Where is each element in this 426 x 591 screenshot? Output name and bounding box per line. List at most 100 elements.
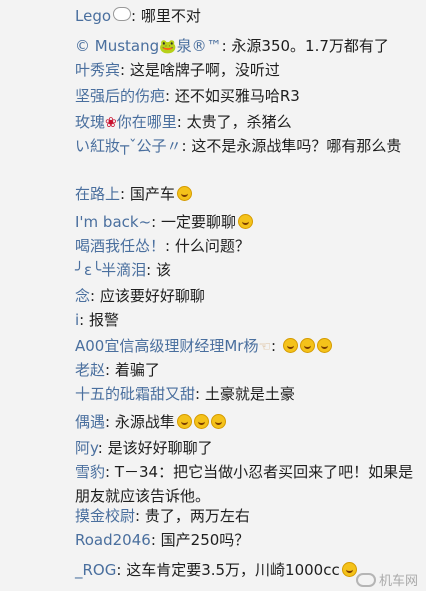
comment-text: 还不如买雅马哈R3 [174,87,300,105]
comment-text: 土豪就是土豪 [204,385,295,403]
comment-item: 偶遇: 永源战隼 [75,410,420,434]
comment-text: 报警 [89,311,120,329]
comment-separator: : [146,261,156,279]
smile-emoji-icon [176,186,192,201]
laugh-cry-emoji-icon [210,414,226,429]
comment-author-suffix[interactable]: 你在哪里 [117,113,177,131]
comment-author[interactable]: Lego [75,7,111,25]
comment-item: ╯ε╰半滴泪: 该 [75,258,420,282]
comment-author[interactable]: 老赵 [75,361,105,379]
comment-author[interactable]: 坚强后的伤疤 [75,87,165,105]
comment-separator: : [97,439,108,457]
comment-author[interactable]: 阿y [75,439,98,457]
comment-list: Lego: 哪里不对 © Mustang🐸泉®™: 永源350。1.7万都有了 … [0,0,426,591]
comment-text: T－34：把它当做小忍者买回来了吧！如果是朋友就应该告诉他。 [75,463,414,505]
pointing-hand-icon: ☜ [258,339,272,355]
comment-item: 坚强后的伤疤: 还不如买雅马哈R3 [75,84,420,108]
comment-item: 十五的砒霜甜又甜: 土豪就是土豪 [75,382,420,406]
comment-author[interactable]: 在路上 [75,185,120,203]
comment-author[interactable]: _ROG [75,561,116,579]
comment-separator: : [131,7,141,25]
comment-text: 哪里不对 [140,7,201,25]
comment-item: I'm back~: 一定要聊聊 [75,210,420,234]
comment-text: 这车肯定要3.5万，川崎1000cc [126,561,340,579]
watermark-text: 机车网 [378,574,418,589]
comment-author-suffix[interactable]: 泉®™ [177,37,222,55]
laugh-cry-emoji-icon [193,414,209,429]
laugh-cry-emoji-icon [299,338,315,353]
comment-text: 永源战隼 [114,413,175,431]
comment-separator: : [221,37,232,55]
comment-author[interactable]: 喝酒我任怂！ [75,237,165,255]
comment-text: 这不是永源战隼吗？哪有那么贵 [191,137,402,155]
comment-separator: : [195,385,205,403]
comment-text: 永源350。1.7万都有了 [231,37,389,55]
comment-separator: : [105,463,115,481]
comment-text: 贵了，两万左右 [144,507,250,525]
comment-item: 念: 应该要好好聊聊 [75,284,420,308]
watermark: 机车网 [355,570,418,589]
comment-separator: : [79,311,89,329]
comment-text: 国产250吗？ [160,531,250,549]
comment-separator: : [105,413,115,431]
comment-author[interactable]: A00宜信高级理财经理Mr杨 [75,337,258,355]
comment-text: 这是啥牌子啊，没听过 [129,61,280,79]
comment-author[interactable]: ╯ε╰半滴泪 [75,261,146,279]
comment-author[interactable]: 摸金校尉 [75,507,135,525]
speech-bubble-icon [113,7,132,21]
comment-separator: : [135,507,145,525]
comment-text: 什么问题？ [174,237,250,255]
comment-separator: : [271,337,281,355]
comment-item: 雪豹: T－34：把它当做小忍者买回来了吧！如果是朋友就应该告诉他。 [75,460,420,508]
comment-separator: : [120,185,130,203]
comment-item: 喝酒我任怂！: 什么问题？ [75,234,420,258]
comment-item: 摸金校尉: 贵了，两万左右 [75,504,420,528]
comment-item: 在路上: 国产车 [75,182,420,206]
rose-icon: ❀ [105,115,117,131]
comment-separator: : [116,561,127,579]
comment-item: い紅妝┬ˇ公子〃: 这不是永源战隼吗？哪有那么贵 [75,134,420,158]
comment-item: i: 报警 [75,308,420,332]
comment-separator: : [181,137,192,155]
comment-text: 应该要好好聊聊 [99,287,205,305]
comment-separator: : [176,113,187,131]
comment-item: © Mustang🐸泉®™: 永源350。1.7万都有了 [75,34,420,59]
comment-text: 国产车 [129,185,175,203]
laugh-cry-emoji-icon [282,338,298,353]
comment-item: 叶秀宾: 这是啥牌子啊，没听过 [75,58,420,82]
watermark-logo-icon [355,573,376,587]
comment-author[interactable]: 偶遇 [75,413,105,431]
comment-author[interactable]: 十五的砒霜甜又甜 [75,385,195,403]
comment-separator: : [150,531,161,549]
comment-author[interactable]: 念 [75,287,90,305]
comment-item: A00宜信高级理财经理Mr杨☜: [75,334,420,359]
comment-item: Road2046: 国产250吗？ [75,528,420,552]
comment-separator: : [165,87,175,105]
comment-separator: : [165,237,175,255]
comment-author[interactable]: 玫瑰 [75,113,105,131]
comment-author[interactable]: © Mustang [75,37,159,55]
comment-text: 是该好好聊聊了 [107,439,213,457]
laugh-cry-emoji-icon [176,414,192,429]
comment-author[interactable]: Road2046 [75,531,151,549]
cat-emoji-icon [341,562,357,577]
comment-author[interactable]: 雪豹 [75,463,105,481]
laugh-cry-emoji-icon [316,338,332,353]
comment-separator: : [105,361,115,379]
comment-item: 老赵: 着骗了 [75,358,420,382]
comment-separator: : [90,287,100,305]
frog-icon: 🐸 [159,39,177,55]
comment-text: 太贵了，杀猪么 [186,113,292,131]
comment-text: 一定要聊聊 [160,213,236,231]
comment-item: 阿y: 是该好好聊聊了 [75,436,420,460]
comment-text: 该 [156,261,172,279]
comment-author[interactable]: い紅妝┬ˇ公子〃 [75,137,182,155]
comment-author[interactable]: 叶秀宾 [75,61,120,79]
comment-separator: : [120,61,130,79]
laugh-cry-emoji-icon [238,214,253,229]
comment-text: 着骗了 [114,361,160,379]
comment-item: 玫瑰❀你在哪里: 太贵了，杀猪么 [75,110,420,135]
comment-author[interactable]: I'm back~ [75,213,151,231]
comment-separator: : [151,213,161,231]
comment-item: Lego: 哪里不对 [75,4,420,28]
